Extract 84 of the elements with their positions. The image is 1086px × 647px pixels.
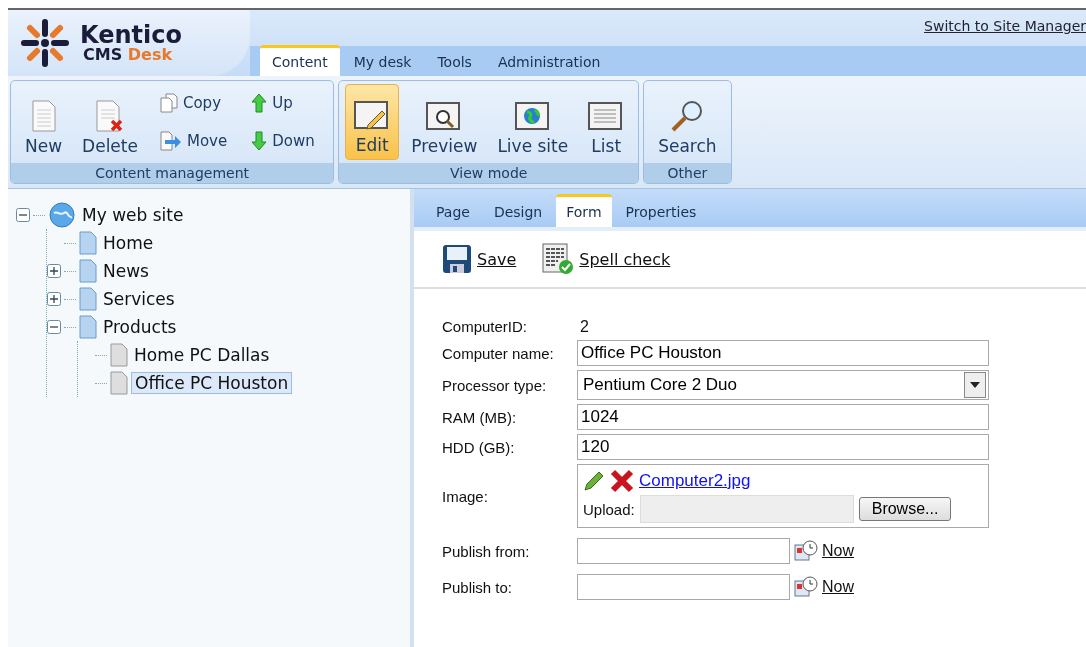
globe-window-icon [514,102,551,132]
arrow-up-icon [251,93,268,113]
nav-tab[interactable]: Tools [425,48,484,76]
field-label: Image: [442,487,488,505]
nav-tab[interactable]: My desk [341,48,424,76]
action-link[interactable]: Save [477,249,517,269]
ribbon-button[interactable]: Delete [74,84,146,160]
document-icon [30,100,57,132]
ribbon-button[interactable]: Down [249,129,320,153]
page-icon [79,231,97,255]
page-tab[interactable]: Properties [615,197,707,227]
expand-toggle[interactable] [47,264,61,278]
page-tab[interactable]: Form [556,194,612,227]
text-field[interactable]: Office PC Houston [577,340,989,366]
ribbon-button[interactable]: New [17,84,71,160]
field-label: Processor type: [442,376,547,394]
now-link[interactable]: Now [822,542,854,560]
text-field[interactable]: 1024 [577,404,989,430]
page-icon [79,287,97,311]
page-tab[interactable]: Design [483,197,553,227]
now-link[interactable]: Now [822,578,854,596]
logo-product: CMS Desk [82,47,174,63]
ribbon-button[interactable]: Up [249,91,320,115]
ribbon-button[interactable]: Live site [489,84,577,160]
page-icon [110,343,128,367]
group-title: Other [644,163,731,183]
logo-name: Kentico [80,23,182,47]
field-label: Publish from: [442,542,530,560]
field-label: Computer name: [442,344,554,362]
collapse-toggle[interactable] [47,320,61,334]
globe-icon [48,201,76,229]
field-label: RAM (MB): [442,408,517,426]
group-title: Content management [11,163,334,183]
pencil-icon[interactable] [583,470,605,492]
upload-field[interactable] [639,495,854,523]
tree-item[interactable]: Products [100,317,180,337]
date-field[interactable] [577,574,790,600]
upload-label: Upload: [583,500,635,518]
delete-icon[interactable] [610,469,634,493]
field-label: ComputerID: [442,318,528,335]
arrow-down-icon [251,131,268,151]
file-link[interactable]: Computer2.jpg [639,471,751,491]
field-value: 2 [579,318,589,335]
edit-window-icon [354,101,391,131]
kentico-logo-icon [20,18,70,68]
browse-button[interactable]: Browse... [858,497,952,521]
preview-window-icon [426,102,463,132]
page-icon [79,259,97,283]
tree-item[interactable]: News [100,261,152,281]
collapse-toggle[interactable] [16,208,30,222]
tree-item[interactable]: My web site [79,205,187,225]
page-icon [110,371,128,395]
list-window-icon [588,102,625,132]
nav-tab[interactable]: Content [260,45,340,76]
search-icon [670,100,705,132]
tree-item[interactable]: Home PC Dallas [131,345,273,365]
page-icon [79,315,97,339]
caret-icon [964,372,986,398]
text-field[interactable]: 120 [577,434,989,460]
field-label: HDD (GB): [442,438,515,456]
ribbon-button[interactable]: Search [650,84,725,160]
page-tab[interactable]: Page [426,197,480,227]
group-title: View mode [339,163,639,183]
tree-item[interactable]: Services [100,289,178,309]
date-field[interactable] [577,538,790,564]
tree-item[interactable]: Home [100,233,157,253]
field-label: Publish to: [442,578,513,596]
ribbon-button[interactable]: Preview [403,84,486,160]
copy-icon [159,93,178,113]
tree-item[interactable]: Office PC Houston [131,372,293,394]
action-link[interactable]: Spell check [579,249,671,269]
expand-toggle[interactable] [47,292,61,306]
nav-tab[interactable]: Administration [485,48,613,76]
calendar-clock-icon[interactable] [794,540,818,562]
calendar-clock-icon[interactable] [794,576,818,598]
switch-link[interactable]: Switch to Site Manager [924,18,1086,34]
ribbon-button[interactable]: Copy [157,91,230,115]
dropdown-field[interactable]: Pentium Core 2 Duo [577,370,989,400]
ribbon-button[interactable]: Move [157,129,230,153]
spell-check-icon [542,243,575,275]
ribbon-button[interactable]: Edit [345,84,400,160]
ribbon-button[interactable]: List [580,84,633,160]
move-icon [159,131,182,151]
document-delete-icon [95,100,125,132]
